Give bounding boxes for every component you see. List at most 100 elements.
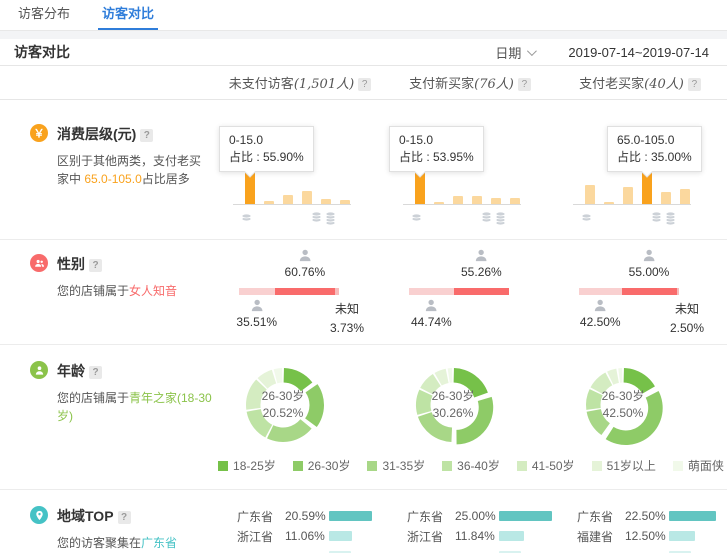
consume-chart-repeat-buyers: 65.0-105.0占比 : 35.00%: [555, 100, 725, 239]
section-divider: [0, 31, 727, 39]
panel-header: 访客对比 日期 2019-07-14~2019-07-14: [0, 39, 727, 66]
donut-slice[interactable]: [587, 409, 610, 435]
region-list-repeat-buyers: 广东省22.50%福建省12.50%: [555, 490, 725, 553]
question-icon[interactable]: ?: [358, 78, 371, 91]
female-icon: [461, 248, 502, 263]
column-header-unpaid: 未支付访客(1,501人)?: [215, 73, 385, 92]
region-bar[interactable]: [329, 531, 352, 541]
region-row: 广东省25.00%: [407, 506, 555, 526]
bar[interactable]: [472, 196, 482, 204]
donut-slice[interactable]: [284, 368, 313, 391]
bar[interactable]: [302, 191, 312, 204]
legend-item[interactable]: 31-35岁: [367, 457, 425, 474]
region-list-unpaid: 广东省20.59%浙江省11.06%: [215, 490, 385, 553]
region-bar[interactable]: [669, 531, 695, 541]
region-bar[interactable]: [329, 511, 372, 521]
legend-item[interactable]: 41-50岁: [517, 457, 575, 474]
bar-plot: [573, 171, 691, 205]
bar[interactable]: [434, 202, 444, 204]
legend-swatch: [442, 461, 452, 471]
row-age: 年龄? 您的店铺属于青年之家(18-30岁) 26-30岁20.52% 26-3…: [0, 345, 727, 490]
donut-slice[interactable]: [624, 368, 655, 394]
gender-segment-male[interactable]: [409, 288, 454, 295]
tab-visitor-distribution[interactable]: 访客分布: [14, 0, 74, 30]
gender-segment-unknown[interactable]: [335, 288, 339, 295]
donut-slice[interactable]: [247, 409, 273, 437]
tooltip-range: 0-15.0: [229, 132, 304, 149]
donut-slice[interactable]: [606, 391, 663, 445]
question-icon[interactable]: ?: [89, 259, 102, 272]
date-dropdown[interactable]: 日期: [495, 43, 534, 62]
bar[interactable]: [340, 200, 350, 204]
region-row: 广东省20.59%: [237, 506, 385, 526]
donut-slice[interactable]: [618, 368, 622, 383]
region-bar[interactable]: [499, 531, 524, 541]
desc-highlight: 65.0-105.0: [84, 172, 141, 186]
legend-item[interactable]: 26-30岁: [293, 457, 351, 474]
gender-chart-new-buyers: 55.26%44.74%: [385, 240, 555, 344]
gender-segment-female[interactable]: [622, 288, 677, 295]
bar[interactable]: [321, 199, 331, 204]
tooltip-share: 占比 : 55.90%: [229, 149, 304, 166]
chevron-down-icon: [527, 46, 537, 56]
bar[interactable]: [604, 202, 614, 204]
date-range-value[interactable]: 2019-07-14~2019-07-14: [568, 45, 709, 60]
question-icon[interactable]: ?: [140, 129, 153, 142]
question-icon[interactable]: ?: [518, 78, 531, 91]
donut-slice[interactable]: [416, 390, 433, 415]
bar[interactable]: [283, 195, 293, 204]
bar[interactable]: [491, 198, 501, 204]
male-share: 44.74%: [411, 298, 452, 329]
donut-slice[interactable]: [448, 368, 453, 383]
region-row-partial: [407, 546, 555, 553]
tooltip-share: 占比 : 35.00%: [617, 149, 692, 166]
gender-bar[interactable]: [239, 288, 339, 295]
age-donut: 26-30岁30.26%: [407, 359, 499, 451]
gender-segment-female[interactable]: [454, 288, 509, 295]
legend-item[interactable]: 36-40岁: [442, 457, 500, 474]
legend-label: 31-35岁: [382, 457, 425, 474]
date-dropdown-label: 日期: [495, 43, 521, 62]
donut-slice[interactable]: [305, 384, 324, 427]
gender-segment-unknown[interactable]: [677, 288, 680, 295]
legend-item[interactable]: 51岁以上: [592, 457, 656, 474]
gender-segment-male[interactable]: [239, 288, 275, 295]
region-name: 广东省: [237, 508, 285, 525]
bar[interactable]: [585, 185, 595, 204]
bar[interactable]: [510, 198, 520, 204]
yen-icon: ￥: [30, 124, 48, 142]
gender-segment-male[interactable]: [579, 288, 622, 295]
coin-stack-icon: [311, 209, 322, 228]
donut-slice[interactable]: [454, 368, 488, 397]
donut-slice[interactable]: [590, 372, 612, 394]
male-percent: 44.74%: [411, 315, 452, 329]
bar[interactable]: [661, 192, 671, 204]
question-icon[interactable]: ?: [89, 366, 102, 379]
tooltip-range: 0-15.0: [399, 132, 474, 149]
location-pin-icon: [30, 506, 48, 524]
donut-slice[interactable]: [418, 412, 452, 442]
female-icon: [629, 248, 670, 263]
region-bar[interactable]: [669, 511, 716, 521]
question-icon[interactable]: ?: [688, 78, 701, 91]
column-count: (1,501人): [294, 77, 354, 92]
bar[interactable]: [623, 187, 633, 204]
bar[interactable]: [453, 196, 463, 204]
tab-visitor-compare[interactable]: 访客对比: [98, 0, 158, 30]
male-percent: 42.50%: [580, 315, 621, 329]
gender-bar[interactable]: [579, 288, 679, 295]
region-name: 浙江省: [407, 528, 455, 545]
gender-segment-female[interactable]: [275, 288, 336, 295]
bar[interactable]: [680, 189, 690, 204]
legend-label: 18-25岁: [233, 457, 276, 474]
donut-slice[interactable]: [456, 397, 493, 445]
region-bar[interactable]: [499, 511, 552, 521]
row-title-gender: 性别?: [57, 254, 212, 274]
legend-item[interactable]: 萌面侠: [673, 457, 724, 474]
donut-slice[interactable]: [267, 419, 312, 442]
column-label: 支付新买家: [409, 76, 474, 91]
question-icon[interactable]: ?: [118, 511, 131, 524]
legend-item[interactable]: 18-25岁: [218, 457, 276, 474]
bar[interactable]: [264, 201, 274, 204]
gender-bar[interactable]: [409, 288, 509, 295]
